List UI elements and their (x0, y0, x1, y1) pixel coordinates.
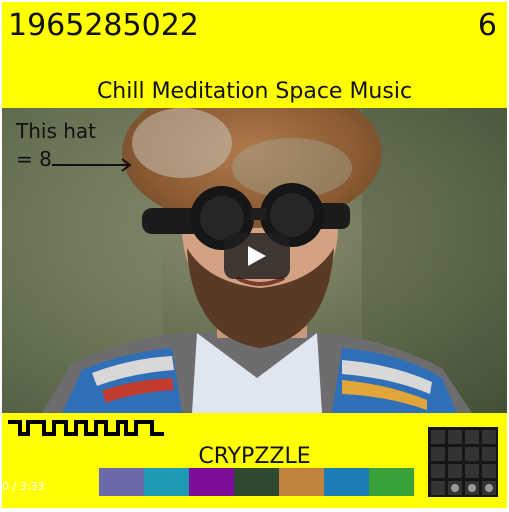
grid-cell (465, 481, 479, 495)
color-swatch (369, 468, 414, 496)
grid-cell (465, 464, 479, 478)
grid-dot (485, 484, 493, 492)
grid-cell (448, 481, 462, 495)
grid-cell (482, 481, 496, 495)
grid-cell (482, 430, 496, 444)
arrow-right-icon (52, 158, 132, 172)
grid-dot (451, 484, 459, 492)
color-swatch (189, 468, 234, 496)
grid-cell (448, 430, 462, 444)
puzzle-count: 6 (477, 8, 497, 43)
color-swatch (324, 468, 369, 496)
grid-dot (468, 484, 476, 492)
grid-cell (482, 464, 496, 478)
grid-cell (431, 481, 445, 495)
puzzle-number: 1965285022 (8, 8, 199, 43)
grid-cell (431, 447, 445, 461)
grid-cell (448, 464, 462, 478)
annotation-line-2: = 8 (16, 147, 52, 171)
play-icon (248, 246, 266, 266)
grid-cell (465, 447, 479, 461)
puzzle-card: 1965285022 6 Chill Meditation Space Musi… (2, 2, 507, 508)
grid-cell (465, 430, 479, 444)
cipher-grid (428, 427, 498, 497)
video-time: 0 / 3:33 (2, 480, 45, 493)
cipher-glyphs-icon (8, 420, 164, 436)
color-swatch (99, 468, 144, 496)
grid-cell (431, 430, 445, 444)
color-swatch (279, 468, 324, 496)
annotation-line-1: This hat (16, 119, 96, 143)
color-swatches (99, 468, 414, 496)
grid-cell (448, 447, 462, 461)
color-swatch (144, 468, 189, 496)
play-button[interactable] (224, 233, 290, 279)
grid-cell (431, 464, 445, 478)
hat-annotation: This hat = 8 (16, 119, 156, 179)
video-subtitle: Chill Meditation Space Music (96, 79, 413, 104)
color-swatch (234, 468, 279, 496)
grid-cell (482, 447, 496, 461)
